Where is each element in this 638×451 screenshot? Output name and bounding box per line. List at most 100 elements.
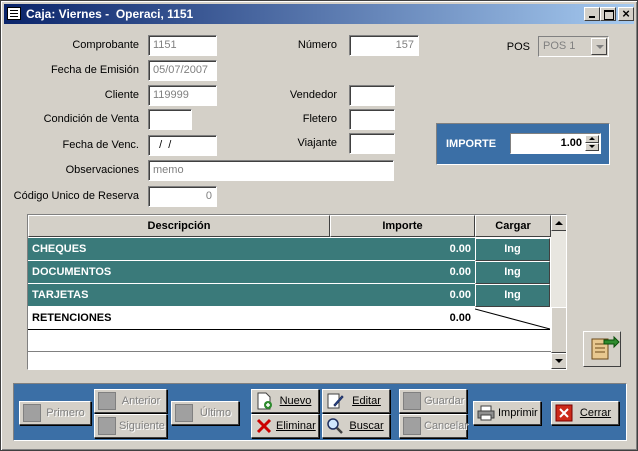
cerrar-button[interactable]: Cerrar (551, 401, 619, 425)
fecha-venc-label: Fecha de Venc. (62, 139, 139, 151)
primero-label: Primero (46, 407, 85, 419)
observaciones-label: Observaciones (65, 164, 139, 176)
row-descripcion: DOCUMENTOS (28, 261, 330, 284)
pos-select[interactable]: POS 1 (538, 36, 609, 57)
row-descripcion: RETENCIONES (28, 307, 330, 330)
cliente-label: Cliente (104, 89, 139, 101)
guardar-button[interactable]: Guardar (399, 389, 467, 413)
last-record-icon (175, 404, 193, 422)
grid-scrollbar[interactable] (551, 215, 566, 369)
anterior-button[interactable]: Anterior (94, 389, 167, 413)
condicion-venta-field[interactable] (148, 109, 192, 130)
fecha-emision-label: Fecha de Emisión (50, 64, 139, 76)
fletero-field[interactable] (349, 109, 395, 130)
nuevo-label: Nuevo (279, 395, 312, 407)
spin-up-icon[interactable] (585, 135, 599, 143)
condicion-venta-label: Condición de Venta (43, 113, 139, 125)
importe-label: IMPORTE (446, 138, 497, 150)
vendedor-label: Vendedor (289, 89, 337, 101)
fecha-venc-field[interactable]: / / (148, 135, 217, 156)
siguiente-button[interactable]: Siguiente (94, 414, 167, 438)
window-title: Caja: Viernes - Operaci, 1151 (26, 7, 194, 21)
close-icon (555, 404, 573, 422)
ingresar-button[interactable]: Ing (475, 261, 550, 284)
pos-select-value: POS 1 (543, 40, 576, 52)
cancelar-button[interactable]: Cancelar (399, 414, 468, 438)
delete-icon (256, 418, 272, 434)
ultimo-label: Último (199, 407, 232, 419)
scroll-down-icon[interactable] (551, 353, 566, 369)
importe-panel: IMPORTE 1.00 (436, 123, 610, 165)
vendedor-field[interactable] (349, 85, 395, 106)
row-importe: 0.00 (330, 261, 475, 284)
save-icon (403, 392, 421, 410)
numero-field[interactable]: 157 (349, 35, 419, 56)
cancel-icon (403, 417, 421, 435)
buscar-button[interactable]: Buscar (322, 414, 390, 438)
new-document-icon (257, 392, 272, 410)
codigo-reserva-field[interactable]: 0 (148, 186, 217, 207)
observaciones-field[interactable]: memo (148, 160, 394, 181)
fecha-emision-field[interactable]: 05/07/2007 (148, 60, 217, 81)
table-row[interactable]: TARJETAS 0.00 Ing (28, 284, 550, 307)
siguiente-label: Siguiente (119, 420, 165, 432)
importe-value: 1.00 (560, 137, 582, 149)
app-menu-icon[interactable] (7, 7, 21, 20)
export-button[interactable] (583, 331, 621, 367)
codigo-reserva-label: Código Unico de Reserva (13, 190, 139, 202)
comprobante-field[interactable]: 1151 (148, 35, 217, 56)
numero-label: Número (297, 39, 337, 51)
buscar-label: Buscar (349, 420, 384, 432)
column-header-descripcion[interactable]: Descripción (28, 215, 330, 237)
next-record-icon (98, 417, 116, 435)
fletero-label: Fletero (302, 113, 337, 125)
guardar-label: Guardar (424, 395, 465, 407)
editar-button[interactable]: Editar (322, 389, 390, 413)
imprimir-button[interactable]: Imprimir (473, 401, 541, 425)
title-bar[interactable]: Caja: Viernes - Operaci, 1151 (4, 4, 634, 24)
importe-spinner[interactable] (585, 135, 599, 152)
eliminar-button[interactable]: Eliminar (251, 414, 319, 438)
grid-header: Descripción Importe Cargar (28, 215, 551, 237)
ingresar-button[interactable]: Ing (475, 284, 550, 307)
importe-field[interactable]: 1.00 (510, 133, 601, 154)
row-cargar-empty (475, 307, 550, 330)
table-row[interactable]: RETENCIONES 0.00 (28, 307, 550, 330)
edit-icon (327, 393, 344, 409)
eliminar-label: Eliminar (276, 420, 316, 432)
nuevo-button[interactable]: Nuevo (251, 389, 319, 413)
scroll-thumb[interactable] (551, 307, 566, 353)
imprimir-label: Imprimir (498, 407, 538, 419)
column-header-importe[interactable]: Importe (330, 215, 475, 237)
cliente-field[interactable]: 119999 (148, 85, 217, 106)
row-descripcion: CHEQUES (28, 238, 330, 261)
primero-button[interactable]: Primero (19, 401, 91, 425)
row-importe: 0.00 (330, 307, 475, 330)
table-row[interactable]: DOCUMENTOS 0.00 Ing (28, 261, 550, 284)
anterior-label: Anterior (121, 395, 161, 407)
empty-row (28, 352, 551, 369)
cerrar-label: Cerrar (579, 407, 612, 419)
row-descripcion: TARJETAS (28, 284, 330, 307)
close-window-button[interactable] (618, 7, 634, 21)
column-header-cargar[interactable]: Cargar (475, 215, 551, 237)
bottom-toolbar: Primero Anterior Siguiente Último Nuevo (13, 383, 627, 441)
empty-row (28, 330, 551, 352)
table-row[interactable]: CHEQUES 0.00 Ing (28, 238, 550, 261)
ingresar-button[interactable]: Ing (475, 238, 550, 261)
chevron-down-icon[interactable] (591, 38, 607, 55)
strike-icon (475, 308, 550, 330)
maximize-button[interactable] (600, 7, 616, 21)
scroll-up-icon[interactable] (551, 215, 566, 231)
first-record-icon (23, 404, 41, 422)
previous-record-icon (98, 392, 116, 410)
search-icon (327, 418, 343, 434)
viajante-field[interactable] (349, 133, 395, 154)
cash-operation-window: Caja: Viernes - Operaci, 1151 Comprobant… (0, 0, 638, 451)
spin-down-icon[interactable] (585, 143, 599, 151)
minimize-button[interactable] (584, 7, 600, 21)
editar-label: Editar (352, 395, 381, 407)
ultimo-button[interactable]: Último (171, 401, 239, 425)
row-importe: 0.00 (330, 284, 475, 307)
export-document-icon (591, 335, 620, 360)
